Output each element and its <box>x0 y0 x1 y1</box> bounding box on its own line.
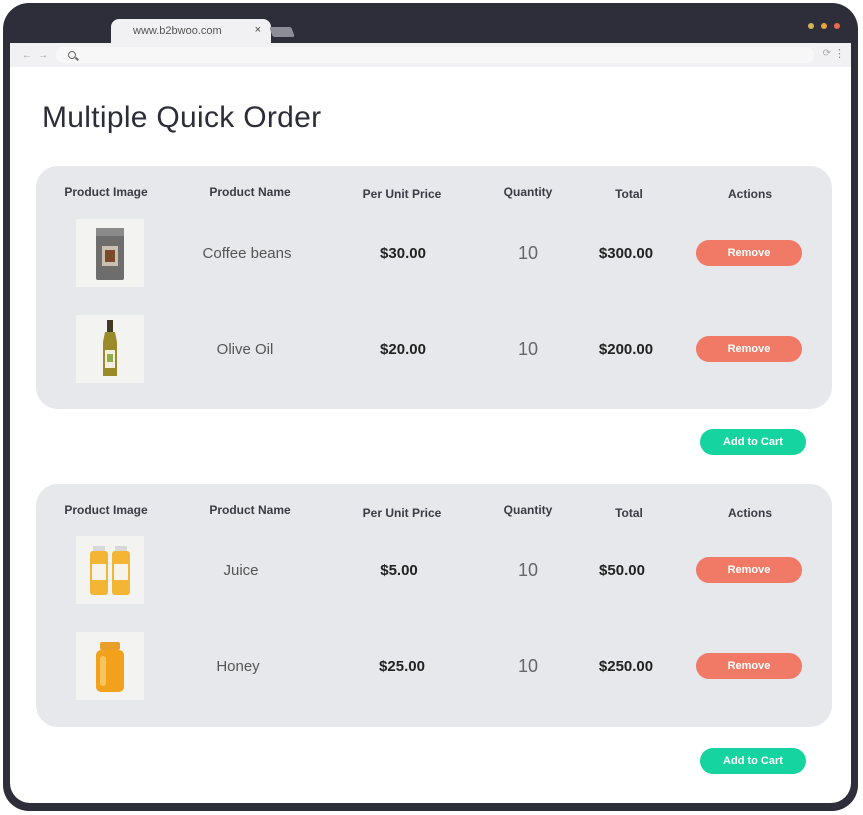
table-row: Olive Oil $20.00 10 $200.00 Remove <box>36 315 832 385</box>
header-product-image: Product Image <box>64 185 148 199</box>
product-name: Honey <box>216 657 260 675</box>
order-card: Product Image Product Name Per Unit Pric… <box>36 166 832 409</box>
add-to-cart-button[interactable]: Add to Cart <box>700 429 806 455</box>
unit-price: $20.00 <box>380 340 426 358</box>
juice-bottles-icon <box>76 536 144 604</box>
tab-title: www.b2bwoo.com <box>133 25 222 37</box>
window-controls <box>808 23 840 29</box>
unit-price: $5.00 <box>380 561 418 579</box>
header-quantity: Quantity <box>503 503 553 517</box>
page-title: Multiple Quick Order <box>42 101 322 134</box>
forward-arrow-icon[interactable]: → <box>38 50 48 61</box>
remove-button[interactable]: Remove <box>696 336 802 362</box>
header-quantity: Quantity <box>503 185 553 199</box>
header-product-image: Product Image <box>64 503 148 517</box>
header-product-name: Product Name <box>209 503 291 517</box>
page-viewport: Multiple Quick Order Product Image Produ… <box>10 67 851 803</box>
coffee-bag-icon <box>76 219 144 287</box>
browser-window: www.b2bwoo.com × ← → ⟳ ⋮ Multiple Quick … <box>3 3 858 811</box>
product-name: Juice <box>223 561 259 579</box>
reload-icon[interactable]: ⟳ <box>823 48 831 59</box>
search-icon[interactable] <box>68 51 76 59</box>
header-per-unit-price: Per Unit Price <box>362 506 442 520</box>
remove-button[interactable]: Remove <box>696 653 802 679</box>
add-to-cart-button[interactable]: Add to Cart <box>700 748 806 774</box>
order-card: Product Image Product Name Per Unit Pric… <box>36 484 832 727</box>
line-total: $200.00 <box>598 340 654 358</box>
header-actions: Actions <box>727 187 773 201</box>
quantity-value[interactable]: 10 <box>518 219 538 287</box>
header-per-unit-price: Per Unit Price <box>362 187 442 201</box>
tab-strip: www.b2bwoo.com × <box>3 3 858 43</box>
remove-button[interactable]: Remove <box>696 557 802 583</box>
line-total: $300.00 <box>598 244 654 262</box>
remove-button[interactable]: Remove <box>696 240 802 266</box>
new-tab-button[interactable] <box>269 27 295 37</box>
close-icon[interactable]: × <box>255 24 261 36</box>
menu-icon[interactable]: ⋮ <box>834 47 845 60</box>
header-actions: Actions <box>727 506 773 520</box>
address-bar[interactable] <box>56 47 814 63</box>
table-row: Juice $5.00 10 $50.00 Remove <box>36 536 832 606</box>
unit-price: $25.00 <box>379 657 425 675</box>
header-product-name: Product Name <box>209 185 291 199</box>
honey-jar-icon <box>76 632 144 700</box>
browser-tab[interactable]: www.b2bwoo.com × <box>111 19 271 43</box>
product-name: Olive Oil <box>216 340 274 358</box>
quantity-value[interactable]: 10 <box>518 632 538 700</box>
olive-oil-bottle-icon <box>76 315 144 383</box>
header-total: Total <box>615 506 643 520</box>
line-total: $250.00 <box>598 657 654 675</box>
browser-toolbar: ← → ⟳ ⋮ <box>10 43 851 67</box>
window-dot-icon[interactable] <box>834 23 840 29</box>
header-total: Total <box>615 187 643 201</box>
quantity-value[interactable]: 10 <box>518 536 538 604</box>
window-dot-icon[interactable] <box>808 23 814 29</box>
unit-price: $30.00 <box>380 244 426 262</box>
window-dot-icon[interactable] <box>821 23 827 29</box>
table-row: Coffee beans $30.00 10 $300.00 Remove <box>36 219 832 289</box>
quantity-value[interactable]: 10 <box>518 315 538 383</box>
product-name: Coffee beans <box>202 244 292 262</box>
table-row: Honey $25.00 10 $250.00 Remove <box>36 632 832 702</box>
line-total: $50.00 <box>599 561 645 579</box>
back-arrow-icon[interactable]: ← <box>22 50 32 61</box>
